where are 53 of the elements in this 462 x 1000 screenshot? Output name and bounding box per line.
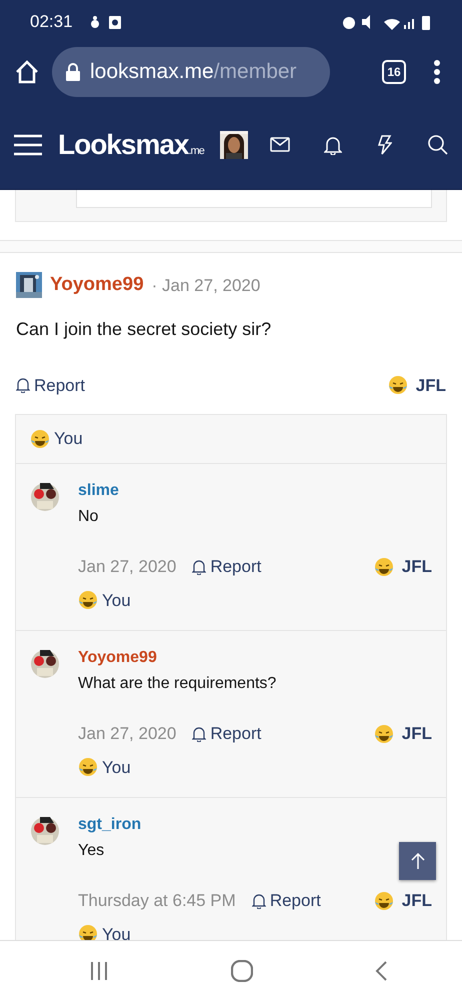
search-icon[interactable] bbox=[428, 134, 448, 154]
laughing-emoji-icon bbox=[78, 757, 98, 778]
bell-icon bbox=[252, 892, 266, 909]
laughing-emoji-icon bbox=[374, 724, 394, 744]
recent-apps-icon[interactable] bbox=[90, 962, 108, 980]
laughing-emoji-icon bbox=[388, 375, 408, 396]
laughing-emoji-icon bbox=[78, 590, 98, 610]
reaction-link[interactable]: JFL bbox=[388, 372, 446, 398]
author-link[interactable]: Yoyome99 bbox=[78, 646, 432, 670]
reaction-summary[interactable]: You bbox=[30, 426, 83, 452]
comment-date: Thursday at 6:45 PM bbox=[78, 890, 236, 912]
lightning-icon[interactable] bbox=[378, 134, 392, 154]
tabs-button[interactable]: 16 bbox=[382, 60, 406, 84]
report-link[interactable]: Report bbox=[16, 372, 86, 398]
envelope-icon[interactable] bbox=[270, 137, 290, 152]
app-icon bbox=[108, 16, 121, 28]
comment-text: Yes bbox=[78, 841, 104, 861]
bell-icon[interactable] bbox=[324, 134, 342, 154]
status-time: 02:31 bbox=[30, 11, 73, 34]
back-icon[interactable] bbox=[375, 960, 387, 980]
laughing-emoji-icon bbox=[78, 924, 98, 940]
author-link[interactable]: sgt_iron bbox=[78, 813, 432, 837]
reaction-summary[interactable]: You bbox=[78, 754, 131, 780]
laughing-emoji-icon bbox=[374, 890, 394, 911]
author-link[interactable]: slime bbox=[78, 479, 432, 503]
post-text: Can I join the secret society sir? bbox=[16, 318, 272, 341]
more-icon[interactable] bbox=[434, 60, 440, 84]
reaction-link[interactable]: JFL bbox=[374, 721, 432, 746]
comment-text: What are the requirements? bbox=[78, 674, 276, 694]
bell-icon bbox=[16, 377, 30, 394]
up-arrow-icon bbox=[410, 853, 424, 869]
author-link[interactable]: Yoyome99 bbox=[50, 271, 144, 300]
reaction-link[interactable]: JFL bbox=[374, 554, 432, 580]
reaction-summary[interactable]: You bbox=[78, 588, 131, 613]
scroll-top-button[interactable] bbox=[399, 842, 436, 880]
reaction-link[interactable]: JFL bbox=[374, 888, 432, 914]
address-bar[interactable]: looksmax.me/member bbox=[52, 47, 330, 97]
laughing-emoji-icon bbox=[30, 429, 50, 449]
laughing-emoji-icon bbox=[374, 556, 394, 577]
reaction-summary[interactable]: You bbox=[78, 922, 131, 940]
report-link[interactable]: Report bbox=[192, 554, 262, 580]
bell-icon bbox=[192, 726, 206, 742]
url-text: looksmax.me/member bbox=[90, 59, 297, 86]
report-link[interactable]: Report bbox=[192, 721, 262, 746]
lock-icon bbox=[66, 63, 80, 81]
bell-icon bbox=[192, 558, 206, 575]
post-date: · Jan 27, 2020 bbox=[152, 274, 260, 296]
comment-date: Jan 27, 2020 bbox=[78, 723, 176, 745]
site-logo[interactable]: Looksmax.me bbox=[58, 124, 204, 166]
menu-icon[interactable] bbox=[14, 134, 42, 156]
comment-text: No bbox=[78, 507, 98, 527]
comment-date: Jan 27, 2020 bbox=[78, 556, 176, 578]
report-link[interactable]: Report bbox=[252, 888, 321, 914]
